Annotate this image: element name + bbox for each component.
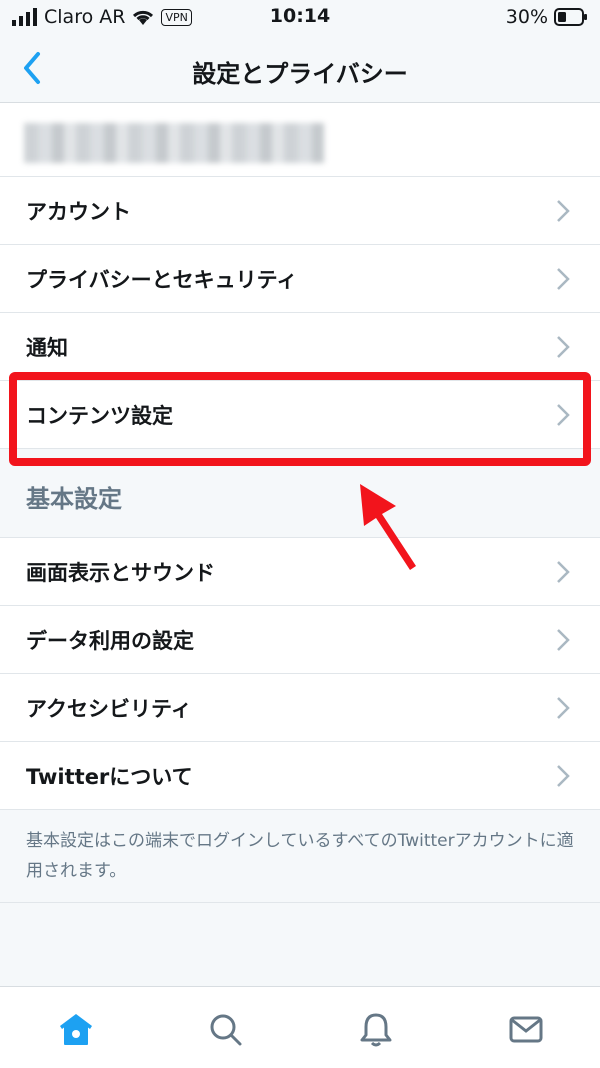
chevron-right-icon	[557, 765, 570, 787]
highlight-box	[9, 372, 591, 466]
settings-row-data-usage[interactable]: データ利用の設定	[0, 606, 600, 674]
general-footnote: 基本設定はこの端末でログインしているすべてのTwitterアカウントに適用されま…	[0, 810, 600, 903]
row-label: Twitterについて	[26, 764, 193, 789]
settings-list: アカウント プライバシーとセキュリティ 通知 コンテンツ設定 基本設定 画面表示…	[0, 103, 600, 903]
chevron-right-icon	[557, 200, 570, 222]
tab-bar	[0, 986, 600, 1068]
row-label: 通知	[26, 335, 68, 360]
row-label: 画面表示とサウンド	[26, 560, 215, 585]
red-arrow-annotation	[360, 484, 416, 570]
battery-icon	[554, 8, 587, 26]
battery-percent: 30%	[505, 6, 548, 28]
section-title: 基本設定	[26, 485, 122, 513]
nav-header: 設定とプライバシー	[0, 34, 600, 103]
settings-row-about[interactable]: Twitterについて	[0, 742, 600, 810]
settings-row-notifications[interactable]: 通知	[0, 313, 600, 381]
settings-row-account[interactable]: アカウント	[0, 177, 600, 245]
row-label: アクセシビリティ	[26, 696, 192, 721]
row-label: プライバシーとセキュリティ	[26, 267, 298, 292]
mail-icon[interactable]	[506, 1009, 546, 1049]
chevron-right-icon	[557, 336, 570, 358]
settings-row-accessibility[interactable]: アクセシビリティ	[0, 674, 600, 742]
chevron-right-icon	[557, 697, 570, 719]
chevron-right-icon	[557, 629, 570, 651]
bell-icon[interactable]	[356, 1009, 396, 1049]
home-icon[interactable]	[56, 1009, 96, 1049]
row-label: アカウント	[26, 199, 131, 224]
chevron-right-icon	[557, 561, 570, 583]
chevron-right-icon	[557, 268, 570, 290]
status-right: 30%	[506, 6, 588, 28]
settings-row-display-sound[interactable]: 画面表示とサウンド	[0, 538, 600, 606]
search-icon[interactable]	[205, 1009, 245, 1049]
footnote-text: 基本設定はこの端末でログインしているすべてのTwitterアカウントに適用されま…	[26, 831, 574, 881]
row-label: データ利用の設定	[26, 628, 194, 653]
page-title: 設定とプライバシー	[192, 60, 408, 88]
account-username-row[interactable]	[0, 103, 600, 177]
settings-row-privacy[interactable]: プライバシーとセキュリティ	[0, 245, 600, 313]
blurred-username	[24, 123, 324, 163]
status-bar: Claro AR VPN 10:14 30%	[0, 0, 600, 34]
